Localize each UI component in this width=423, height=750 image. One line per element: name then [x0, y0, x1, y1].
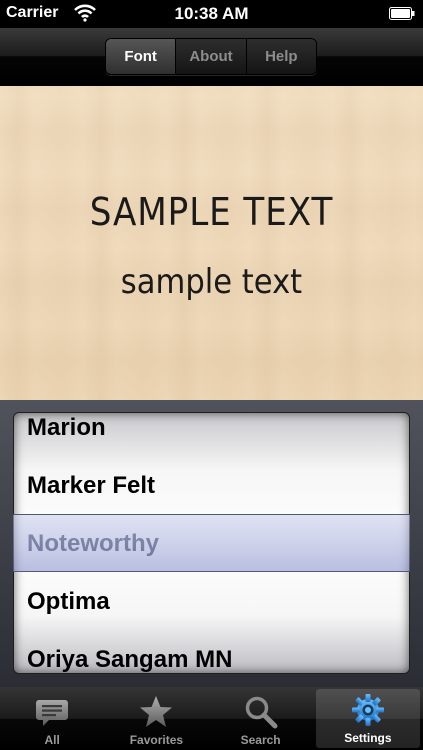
tab-label: Favorites: [129, 733, 184, 747]
sample-text-lowercase: sample text: [120, 262, 303, 302]
picker-item[interactable]: Oriya Sangam MN: [14, 631, 409, 673]
tab-label: All: [44, 733, 60, 747]
tab-bar: All Favorites Search Settings: [0, 687, 423, 750]
tab-favorites[interactable]: Favorites: [104, 687, 208, 750]
battery-icon: [389, 7, 415, 20]
status-time: 10:38 AM: [174, 4, 249, 23]
font-sample-panel: SAMPLE TEXT sample text: [0, 86, 423, 400]
picker-item-selected[interactable]: Noteworthy: [14, 515, 409, 573]
star-icon: [140, 696, 173, 727]
sample-text-uppercase: SAMPLE TEXT: [89, 190, 334, 234]
tab-label: Settings: [344, 731, 392, 745]
tab-all[interactable]: All: [0, 687, 104, 750]
status-bar: Carrier 10:38 AM: [0, 0, 423, 28]
picker-item[interactable]: Marion: [14, 413, 409, 457]
segmented-control: Font About Help: [105, 38, 317, 75]
segment-about[interactable]: About: [175, 39, 246, 74]
navigation-bar: Font About Help: [0, 28, 423, 85]
tab-settings[interactable]: Settings: [315, 689, 420, 748]
magnifier-icon: [245, 696, 278, 729]
tab-label: Search: [240, 733, 281, 747]
segment-font[interactable]: Font: [106, 39, 176, 74]
gear-icon: [351, 694, 384, 726]
font-picker[interactable]: Marion Marker Felt Noteworthy Optima Ori…: [13, 412, 410, 674]
picker-item[interactable]: Marker Felt: [14, 457, 409, 515]
tab-search[interactable]: Search: [209, 687, 313, 750]
segment-help[interactable]: Help: [245, 39, 316, 74]
picker-item[interactable]: Optima: [14, 573, 409, 631]
speech-bubble-icon: [36, 700, 69, 726]
